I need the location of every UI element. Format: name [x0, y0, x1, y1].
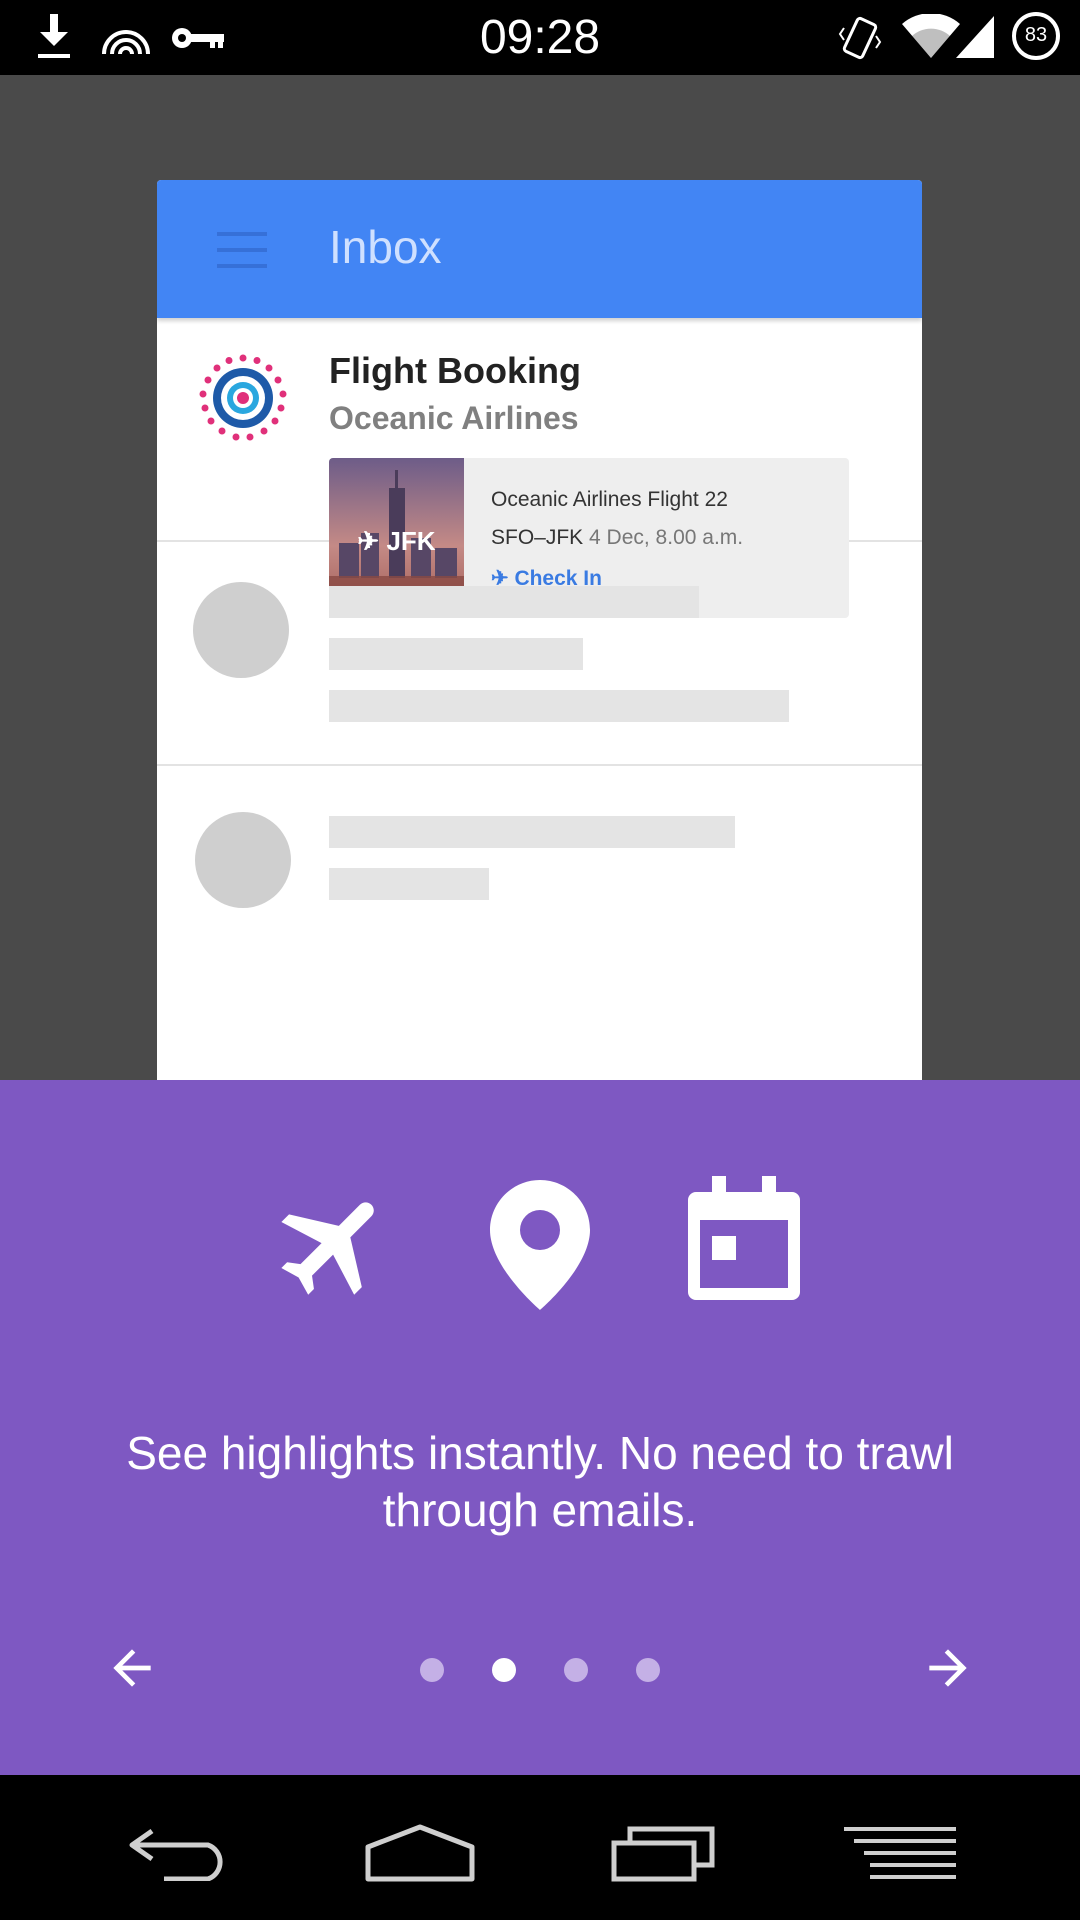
email-sender: Oceanic Airlines	[329, 400, 579, 436]
onboarding-panel: See highlights instantly. No need to tra…	[0, 1080, 1080, 1775]
onboarding-tagline: See highlights instantly. No need to tra…	[126, 1427, 954, 1536]
inbox-preview-card: Inbox Flight Booking Oceanic Airlines ✈ …	[157, 180, 922, 1080]
placeholder-avatar	[193, 582, 289, 678]
page-indicator-dot	[636, 1658, 660, 1682]
wifi-icon	[902, 14, 960, 58]
signal-icon	[956, 16, 994, 58]
email-item-flight-booking: Flight Booking Oceanic Airlines ✈ JFK Oc…	[157, 318, 922, 618]
email-subject: Flight Booking	[329, 350, 581, 391]
placeholder-line	[329, 868, 489, 900]
home-button-icon[interactable]	[364, 1823, 476, 1883]
page-indicator-dot-active	[492, 1658, 516, 1682]
battery-level: 83	[1024, 24, 1048, 46]
placeholder-line	[329, 586, 699, 618]
page-indicator-dot	[420, 1658, 444, 1682]
flight-title: Oceanic Airlines Flight 22	[491, 488, 728, 511]
next-arrow-icon[interactable]	[920, 1640, 976, 1696]
location-pin-icon	[490, 1180, 590, 1310]
page-indicator-dot	[564, 1658, 588, 1682]
placeholder-avatar	[195, 812, 291, 908]
menu-icon	[217, 232, 267, 268]
placeholder-line	[329, 816, 735, 848]
placeholder-list-item	[157, 766, 922, 1080]
placeholder-line	[329, 690, 789, 722]
back-arrow-icon[interactable]	[104, 1640, 160, 1696]
recent-apps-button-icon[interactable]	[610, 1823, 716, 1883]
placeholder-line	[329, 638, 583, 670]
vibrate-icon	[838, 16, 882, 60]
back-button-icon[interactable]	[128, 1825, 232, 1881]
system-navigation-bar	[0, 1775, 1080, 1920]
battery-icon: 83	[1012, 12, 1060, 60]
app-bar-title: Inbox	[329, 221, 442, 273]
placeholder-list-item	[157, 542, 922, 766]
airline-logo	[196, 351, 290, 445]
calendar-icon	[688, 1176, 800, 1300]
app-bar: Inbox	[157, 180, 922, 318]
menu-button-icon[interactable]	[844, 1827, 956, 1879]
status-bar: 09:28 83	[0, 0, 1080, 75]
airplane-icon	[281, 1202, 374, 1295]
